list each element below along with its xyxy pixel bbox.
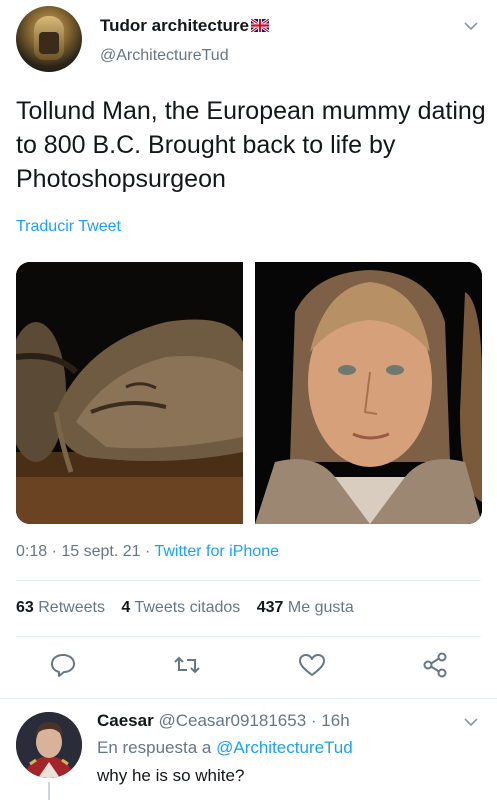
meta-separator: · xyxy=(51,543,57,560)
tweet-meta: 0:18 · 15 sept. 21 · Twitter for iPhone xyxy=(16,543,279,561)
retweets-label: Retweets xyxy=(38,599,105,616)
author-avatar[interactable] xyxy=(16,6,82,72)
meta-separator: · xyxy=(310,711,317,730)
heart-icon[interactable] xyxy=(297,650,327,680)
reply-author-name[interactable]: Caesar xyxy=(97,711,154,730)
thread-line xyxy=(48,782,50,800)
replying-to-handle[interactable]: @ArchitectureTud xyxy=(216,738,353,757)
divider xyxy=(0,698,497,699)
likes-count: 437 xyxy=(256,599,284,616)
quotes-label: Tweets citados xyxy=(134,599,241,616)
reply-tweet[interactable]: Caesar @Ceasar09181653 · 16h En respuest… xyxy=(0,700,497,800)
author-name-row[interactable]: Tudor architecture xyxy=(100,16,269,36)
tweet-stats: 63 Retweets 4 Tweets citados 437 Me gust… xyxy=(16,599,366,617)
mummy-photo[interactable] xyxy=(16,262,243,524)
action-bar xyxy=(0,650,497,686)
retweets-count: 63 xyxy=(16,599,34,616)
divider xyxy=(16,636,481,637)
tweet-source-link[interactable]: Twitter for iPhone xyxy=(154,543,279,560)
quotes-count: 4 xyxy=(121,599,131,616)
comment-icon[interactable] xyxy=(48,650,78,680)
chevron-down-icon[interactable] xyxy=(461,16,481,36)
reply-age[interactable]: 16h xyxy=(321,711,349,730)
tweet-time: 0:18 xyxy=(16,543,48,560)
author-handle[interactable]: @ArchitectureTud xyxy=(100,47,229,65)
retweets-stat[interactable]: 63 Retweets xyxy=(16,599,105,616)
quotes-stat[interactable]: 4 Tweets citados xyxy=(121,599,240,616)
tweet-text: Tollund Man, the European mummy dating t… xyxy=(16,97,486,193)
author-name[interactable]: Tudor architecture xyxy=(100,16,249,35)
tweet-media[interactable] xyxy=(16,262,482,524)
uk-flag-icon xyxy=(250,19,269,32)
reply-author-handle[interactable]: @Ceasar09181653 xyxy=(158,711,306,730)
chevron-down-icon[interactable] xyxy=(461,712,481,732)
reply-text: why he is so white? xyxy=(97,766,245,785)
replying-to: En respuesta a @ArchitectureTud xyxy=(97,738,353,758)
likes-label: Me gusta xyxy=(287,599,354,616)
divider xyxy=(16,580,481,581)
reply-author-avatar[interactable] xyxy=(16,712,82,778)
tweet-date: 15 sept. 21 xyxy=(61,543,141,560)
share-icon[interactable] xyxy=(420,650,450,680)
reconstruction-photo[interactable] xyxy=(255,262,482,524)
retweet-icon[interactable] xyxy=(172,650,202,680)
reply-header: Caesar @Ceasar09181653 · 16h xyxy=(97,711,350,731)
replying-to-prefix: En respuesta a xyxy=(97,738,212,757)
meta-separator: · xyxy=(145,543,151,560)
likes-stat[interactable]: 437 Me gusta xyxy=(257,599,354,616)
translate-tweet-link[interactable]: Traducir Tweet xyxy=(16,218,121,236)
